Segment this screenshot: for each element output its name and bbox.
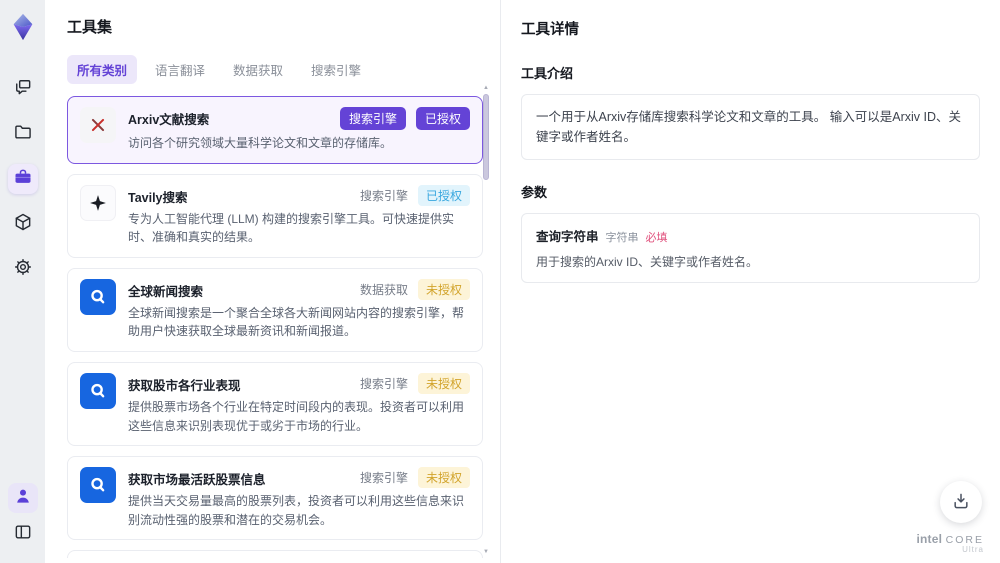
intro-text-box: 一个用于从Arxiv存储库搜索科学论文和文章的工具。 输入可以是Arxiv ID… — [521, 94, 980, 160]
folder-icon — [13, 122, 33, 147]
scroll-up-icon[interactable]: ▲ — [482, 84, 490, 92]
tool-description: 专为人工智能代理 (LLM) 构建的搜索引擎工具。可快速提供实时、准确和真实的结… — [128, 211, 455, 245]
cube-icon — [13, 212, 33, 237]
rail-bottom — [7, 483, 38, 563]
news-search-icon — [80, 278, 116, 315]
user-icon — [13, 486, 33, 511]
tool-auth-badge: 已授权 — [415, 107, 470, 130]
tool-list: Arxiv文献搜索 搜索引擎 已授权 访问各个研究领域大量科学论文和文章的存储库… — [67, 96, 483, 558]
left-rail — [0, 0, 45, 563]
tool-name: Arxiv文献搜索 — [128, 113, 210, 127]
nav-panel-toggle[interactable] — [8, 519, 38, 549]
param-head: 查询字符串 字符串 必填 — [536, 226, 965, 245]
tool-name: 获取股市各行业表现 — [128, 378, 241, 393]
tool-category-badge: 搜索引擎 — [359, 471, 408, 486]
tab-all-categories[interactable]: 所有类别 — [67, 55, 138, 84]
scrollbar-thumb[interactable] — [483, 94, 489, 180]
toolbox-icon — [13, 167, 33, 192]
scrollbar[interactable]: ▲ ▼ — [482, 84, 490, 556]
tool-description: 访问各个研究领域大量科学论文和文章的存储库。 — [128, 136, 393, 150]
nav-toolbox[interactable] — [7, 164, 38, 194]
intro-heading: 工具介绍 — [521, 66, 574, 81]
intel-core-logo: intel CORE Ultra — [916, 531, 984, 555]
tool-name: 全球新闻搜索 — [128, 284, 204, 299]
tab-search-engine[interactable]: 搜索引擎 — [301, 55, 371, 84]
tool-auth-badge: 未授权 — [417, 278, 470, 300]
tool-card[interactable]: Arxiv文献搜索 搜索引擎 已授权 访问各个研究领域大量科学论文和文章的存储库… — [67, 96, 483, 164]
tool-auth-badge: 已授权 — [417, 184, 470, 206]
params-heading: 参数 — [521, 185, 548, 200]
param-required-badge: 必填 — [645, 232, 668, 244]
news-search-icon — [80, 372, 116, 409]
nav-models[interactable] — [8, 209, 38, 239]
tool-card[interactable]: 万维地区新闻查询 搜索引擎 未授权 查询具体行政区划内的新闻，快速了解各地新闻动 — [67, 550, 483, 558]
tool-description: 提供当天交易量最高的股票列表，投资者可以利用这些信息来识别流动性强的股票和潜在的… — [128, 494, 465, 527]
nav-settings[interactable] — [8, 254, 38, 284]
nav-chat[interactable] — [8, 74, 38, 104]
settings-icon — [13, 257, 33, 282]
tool-name: 获取市场最活跃股票信息 — [128, 473, 266, 488]
tool-list-panel: 工具集 所有类别 语言翻译 数据获取 搜索引擎 Arxiv文献搜索 搜索引擎 已授权 … — [45, 0, 500, 563]
tool-auth-badge: 未授权 — [417, 372, 470, 394]
tool-description: 全球新闻搜索是一个聚合全球各大新闻网站内容的搜索引擎，帮助用户快速获取全球最新资… — [128, 305, 465, 339]
scroll-down-icon[interactable]: ▼ — [482, 548, 490, 556]
panel-toggle-icon — [13, 522, 33, 547]
tool-name: Tavily搜索 — [128, 190, 188, 205]
param-box: 查询字符串 字符串 必填 用于搜索的Arxiv ID、关键字或作者姓名。 — [521, 213, 980, 283]
sparkle-icon — [80, 184, 116, 221]
param-name: 查询字符串 — [536, 230, 599, 244]
tab-data-acquisition[interactable]: 数据获取 — [223, 55, 293, 84]
tool-category-badge: 数据获取 — [359, 282, 408, 297]
rail-nav — [7, 74, 38, 284]
category-tabs: 所有类别 语言翻译 数据获取 搜索引擎 — [67, 55, 500, 84]
nav-files[interactable] — [8, 119, 38, 149]
tool-description: 提供股票市场各个行业在特定时间段内的表现。投资者可以利用这些信息来识别表现优于或… — [128, 399, 465, 433]
app-logo-icon — [8, 12, 38, 42]
tab-language-translation[interactable]: 语言翻译 — [145, 55, 215, 84]
param-type: 字符串 — [605, 232, 639, 244]
param-desc: 用于搜索的Arxiv ID、关键字或作者姓名。 — [536, 255, 759, 269]
detail-title: 工具详情 — [521, 22, 579, 38]
news-search-icon — [80, 467, 116, 504]
nav-user[interactable] — [7, 483, 38, 513]
tool-card[interactable]: 获取市场最活跃股票信息 搜索引擎 未授权 提供当天交易量最高的股票列表，投资者可… — [67, 456, 483, 541]
tool-category-badge: 搜索引擎 — [359, 376, 408, 391]
tool-category-badge: 搜索引擎 — [359, 188, 408, 203]
download-icon — [951, 491, 971, 514]
download-button[interactable] — [940, 481, 982, 523]
tool-card[interactable]: 全球新闻搜索 数据获取 未授权 全球新闻搜索是一个聚合全球各大新闻网站内容的搜索… — [67, 267, 483, 352]
tool-detail-panel: 工具详情 工具介绍 一个用于从Arxiv存储库搜索科学论文和文章的工具。 输入可… — [500, 0, 1000, 563]
chat-icon — [13, 77, 33, 102]
tool-card[interactable]: Tavily搜索 搜索引擎 已授权 专为人工智能代理 (LLM) 构建的搜索引擎… — [67, 173, 483, 258]
arxiv-icon — [80, 107, 116, 143]
page-title: 工具集 — [67, 19, 113, 36]
tool-category-badge: 搜索引擎 — [339, 107, 406, 130]
tool-auth-badge: 未授权 — [417, 467, 470, 489]
app-window: 工具集 所有类别 语言翻译 数据获取 搜索引擎 Arxiv文献搜索 搜索引擎 已授权 … — [0, 0, 1000, 563]
tool-card[interactable]: 获取股市各行业表现 搜索引擎 未授权 提供股票市场各个行业在特定时间段内的表现。… — [67, 361, 483, 447]
